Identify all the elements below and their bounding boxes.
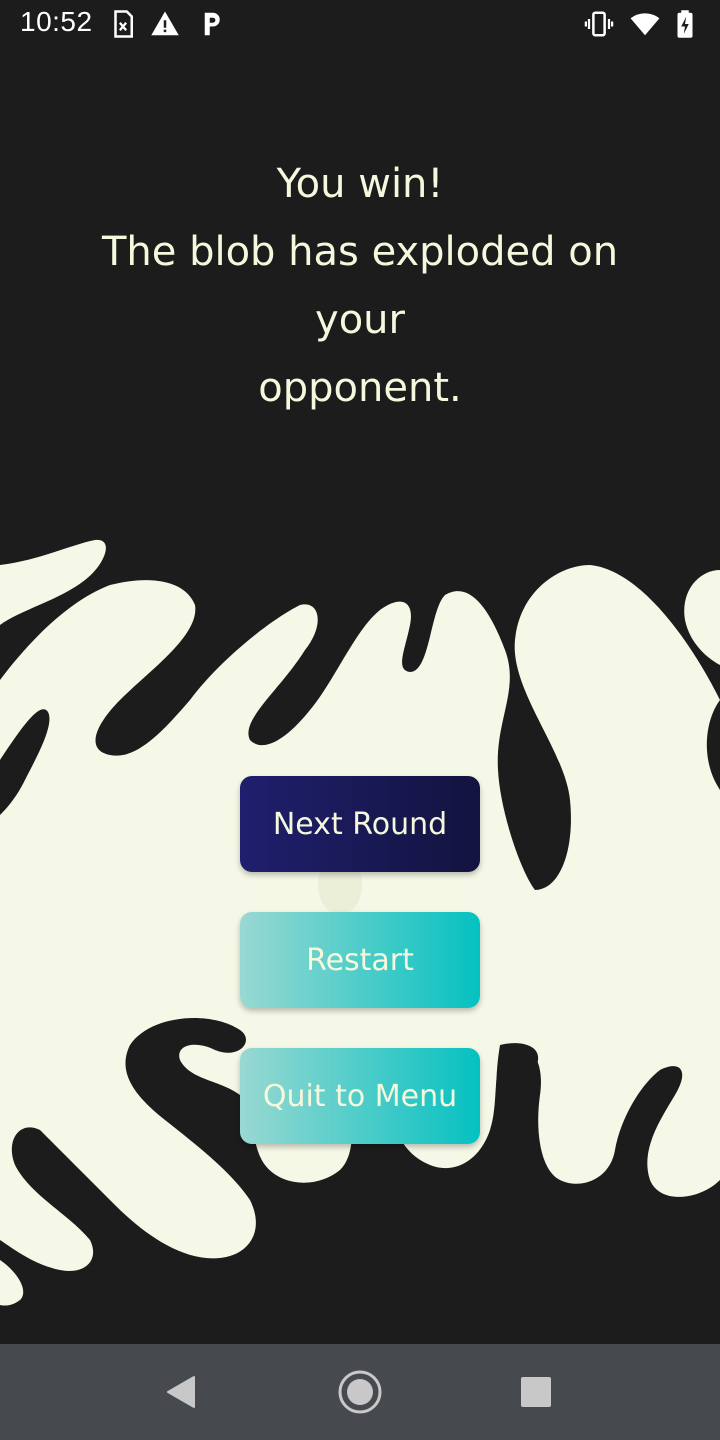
win-message: You win! The blob has exploded on your o…: [60, 150, 660, 422]
vibrate-icon: [584, 9, 614, 39]
back-icon[interactable]: [152, 1362, 212, 1422]
battery-charging-icon: [670, 9, 700, 39]
status-bar: 10:52: [0, 0, 720, 48]
win-message-line-2: The blob has exploded on your: [101, 229, 619, 343]
parking-icon: [196, 9, 226, 39]
next-round-button[interactable]: Next Round: [240, 776, 480, 872]
recents-icon[interactable]: [506, 1362, 566, 1422]
win-message-line-1: You win!: [276, 161, 444, 207]
status-time: 10:52: [20, 6, 93, 37]
quit-to-menu-button[interactable]: Quit to Menu: [240, 1048, 480, 1144]
game-over-screen: 10:52 You win! The blob has exploded on …: [0, 0, 720, 1440]
navigation-bar: [0, 1344, 720, 1440]
restart-button[interactable]: Restart: [240, 912, 480, 1008]
home-icon[interactable]: [330, 1362, 390, 1422]
wifi-icon: [630, 9, 660, 39]
warning-icon: [150, 9, 180, 39]
win-message-line-3: opponent.: [258, 365, 462, 411]
sim-card-icon: [108, 9, 138, 39]
